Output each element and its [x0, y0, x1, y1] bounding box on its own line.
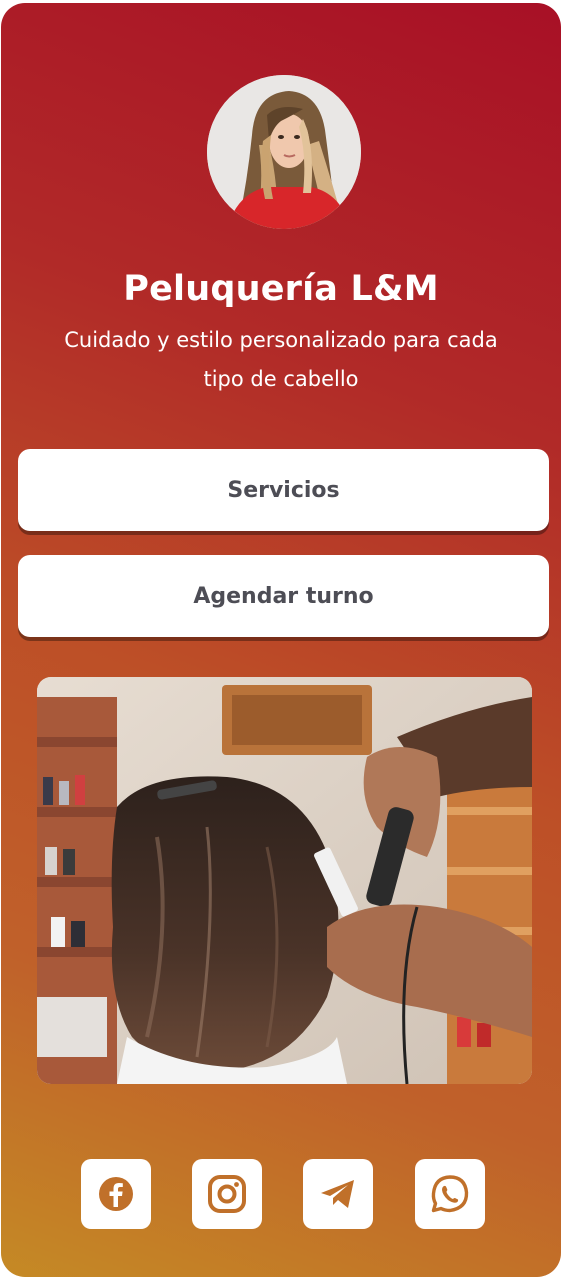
facebook-button[interactable] — [81, 1159, 151, 1229]
instagram-button[interactable] — [192, 1159, 262, 1229]
telegram-icon — [321, 1180, 354, 1208]
instagram-icon — [208, 1175, 246, 1213]
hairdresser-photo-image — [37, 677, 532, 1084]
telegram-button[interactable] — [303, 1159, 373, 1229]
woman-portrait-image — [207, 75, 361, 229]
profile-avatar — [207, 75, 361, 229]
facebook-icon — [99, 1177, 133, 1211]
agendar-turno-button[interactable]: Agendar turno — [18, 555, 549, 637]
profile-card: Peluquería L&M Cuidado y estilo personal… — [1, 3, 561, 1277]
servicios-button[interactable]: Servicios — [18, 449, 549, 531]
profile-tagline: Cuidado y estilo personalizado para cada… — [64, 328, 498, 391]
salon-photo — [37, 677, 532, 1084]
whatsapp-button[interactable] — [415, 1159, 485, 1229]
profile-name: Peluquería L&M — [123, 269, 439, 309]
whatsapp-icon — [431, 1175, 469, 1213]
